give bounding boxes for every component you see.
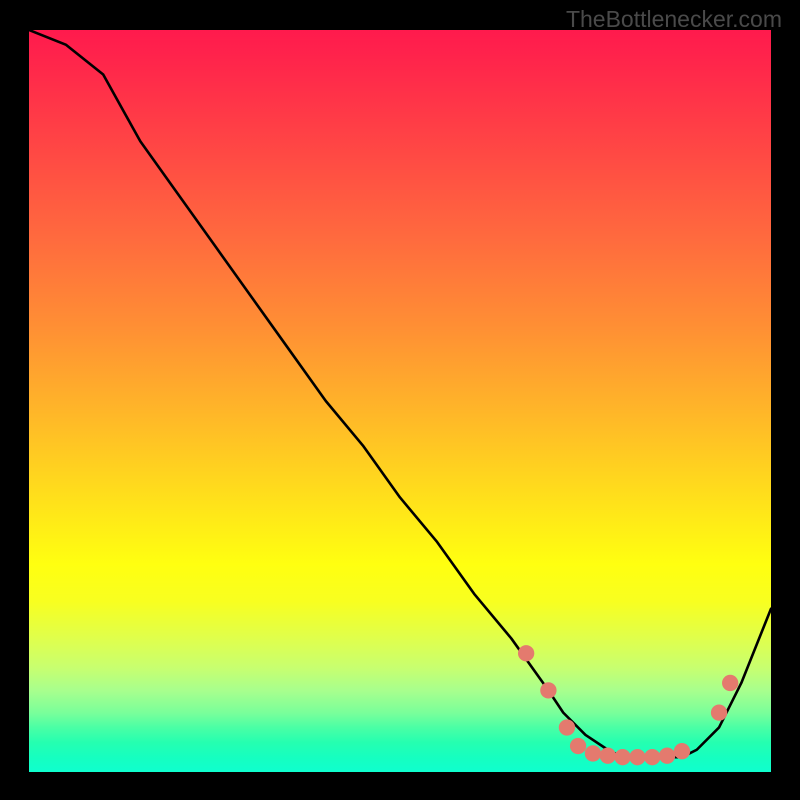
curve-layer: [29, 30, 771, 757]
chart-container: [0, 0, 800, 800]
data-point: [518, 645, 534, 661]
watermark-text: TheBottlenecker.com: [566, 6, 782, 33]
data-point: [585, 745, 601, 761]
data-point: [674, 743, 690, 759]
plot-area: [29, 30, 771, 772]
bottleneck-curve: [29, 30, 771, 757]
data-point: [600, 748, 616, 764]
marker-layer: [518, 645, 738, 765]
data-point: [629, 749, 645, 765]
chart-svg: [29, 30, 771, 772]
data-point: [644, 749, 660, 765]
data-point: [559, 719, 575, 735]
data-point: [614, 749, 630, 765]
data-point: [570, 738, 586, 754]
data-point: [659, 748, 675, 764]
data-point: [722, 675, 738, 691]
data-point: [711, 704, 727, 720]
data-point: [540, 682, 556, 698]
